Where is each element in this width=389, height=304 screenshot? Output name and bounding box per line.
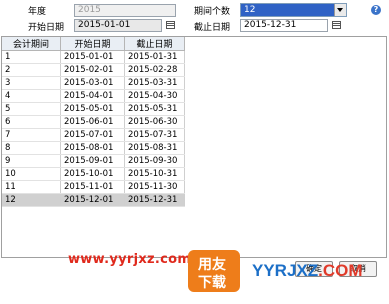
cell-start-date[interactable]: 2015-07-01 — [60, 128, 125, 142]
watermark-logo-top: 用友 — [198, 257, 226, 273]
table-row[interactable]: 1 2015-01-01 2015-01-31 — [2, 50, 185, 64]
year-label: 年度 — [28, 7, 47, 17]
column-header-start[interactable]: 开始日期 — [60, 37, 125, 51]
cell-start-date[interactable]: 2015-12-01 — [60, 193, 125, 207]
table-row[interactable]: 4 2015-04-01 2015-04-30 — [2, 89, 185, 103]
table-row[interactable]: 8 2015-08-01 2015-08-31 — [2, 141, 185, 155]
cell-period[interactable]: 2 — [2, 63, 61, 77]
watermark-brand: YYRJXZ.COM — [252, 261, 363, 281]
cell-period[interactable]: 7 — [2, 128, 61, 142]
start-date-label: 开始日期 — [28, 23, 65, 33]
cell-start-date[interactable]: 2015-08-01 — [60, 141, 125, 155]
cell-start-date[interactable]: 2015-10-01 — [60, 167, 125, 181]
cell-end-date[interactable]: 2015-07-31 — [124, 128, 185, 142]
start-date-calendar-icon[interactable] — [166, 19, 176, 29]
table-row[interactable]: 11 2015-11-01 2015-11-30 — [2, 180, 185, 194]
period-grid: 会计期间 开始日期 截止日期 1 2015-01-01 2015-01-31 2 201… — [1, 36, 387, 258]
cell-end-date[interactable]: 2015-03-31 — [124, 76, 185, 90]
cell-end-date[interactable]: 2015-09-30 — [124, 154, 185, 168]
cell-period[interactable]: 5 — [2, 102, 61, 116]
column-header-end[interactable]: 截止日期 — [124, 37, 185, 51]
cell-start-date[interactable]: 2015-11-01 — [60, 180, 125, 194]
cell-period[interactable]: 12 — [2, 193, 61, 207]
table-header-row: 会计期间 开始日期 截止日期 — [2, 37, 185, 51]
watermark-logo: 用友 下载 — [188, 250, 240, 292]
table-row[interactable]: 9 2015-09-01 2015-09-30 — [2, 154, 185, 168]
periods-count-select[interactable]: 12 — [240, 3, 347, 17]
periods-count-label: 期间个数 — [194, 7, 231, 17]
cell-end-date[interactable]: 2015-05-31 — [124, 102, 185, 116]
cell-period[interactable]: 8 — [2, 141, 61, 155]
cell-period[interactable]: 4 — [2, 89, 61, 103]
table-row[interactable]: 12 2015-12-01 2015-12-31 — [2, 193, 185, 207]
end-date-calendar-icon[interactable] — [332, 19, 342, 29]
table-row[interactable]: 5 2015-05-01 2015-05-31 — [2, 102, 185, 116]
cell-end-date[interactable]: 2015-01-31 — [124, 50, 185, 64]
watermark-brand-suffix: .COM — [318, 261, 363, 280]
chevron-down-icon[interactable] — [334, 4, 346, 16]
watermark-url: www.yyrjxz.com — [68, 252, 192, 267]
table-row[interactable]: 2 2015-02-01 2015-02-28 — [2, 63, 185, 77]
watermark-logo-bottom: 下载 — [198, 275, 226, 291]
cell-end-date[interactable]: 2015-12-31 — [124, 193, 185, 207]
cell-period[interactable]: 1 — [2, 50, 61, 64]
table-row[interactable]: 7 2015-07-01 2015-07-31 — [2, 128, 185, 142]
start-date-field: 2015-01-01 — [74, 19, 162, 32]
end-date-field[interactable]: 2015-12-31 — [240, 19, 328, 32]
cell-start-date[interactable]: 2015-05-01 — [60, 102, 125, 116]
cell-start-date[interactable]: 2015-06-01 — [60, 115, 125, 129]
column-header-period[interactable]: 会计期间 — [2, 37, 61, 51]
table-row[interactable]: 6 2015-06-01 2015-06-30 — [2, 115, 185, 129]
year-field: 2015 — [74, 4, 176, 17]
cell-period[interactable]: 6 — [2, 115, 61, 129]
table-row[interactable]: 3 2015-03-01 2015-03-31 — [2, 76, 185, 90]
cell-start-date[interactable]: 2015-02-01 — [60, 63, 125, 77]
cell-end-date[interactable]: 2015-11-30 — [124, 180, 185, 194]
cell-end-date[interactable]: 2015-06-30 — [124, 115, 185, 129]
cell-period[interactable]: 11 — [2, 180, 61, 194]
cell-start-date[interactable]: 2015-09-01 — [60, 154, 125, 168]
help-icon[interactable]: ? — [371, 5, 381, 15]
cell-end-date[interactable]: 2015-10-31 — [124, 167, 185, 181]
cell-period[interactable]: 3 — [2, 76, 61, 90]
cell-end-date[interactable]: 2015-04-30 — [124, 89, 185, 103]
cell-start-date[interactable]: 2015-03-01 — [60, 76, 125, 90]
table-row[interactable]: 10 2015-10-01 2015-10-31 — [2, 167, 185, 181]
cell-end-date[interactable]: 2015-08-31 — [124, 141, 185, 155]
cell-period[interactable]: 9 — [2, 154, 61, 168]
cell-end-date[interactable]: 2015-02-28 — [124, 63, 185, 77]
watermark-brand-name: YYRJXZ — [252, 261, 319, 280]
periods-count-value: 12 — [241, 4, 334, 16]
cell-start-date[interactable]: 2015-04-01 — [60, 89, 125, 103]
cell-start-date[interactable]: 2015-01-01 — [60, 50, 125, 64]
cell-period[interactable]: 10 — [2, 167, 61, 181]
end-date-label: 截止日期 — [194, 23, 231, 33]
period-table: 会计期间 开始日期 截止日期 1 2015-01-01 2015-01-31 2 201… — [2, 37, 185, 207]
